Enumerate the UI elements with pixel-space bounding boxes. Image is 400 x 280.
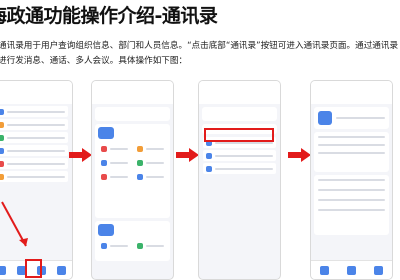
avatar (318, 111, 332, 125)
org-entry[interactable] (134, 157, 167, 168)
detail-navbar (311, 91, 392, 104)
screen-contact-detail (310, 80, 393, 280)
info-card (314, 132, 389, 172)
people-icon (137, 145, 143, 152)
message-item[interactable] (0, 158, 68, 169)
chat-icon (0, 108, 4, 115)
org-entry[interactable] (134, 143, 167, 154)
group-icon (137, 242, 143, 249)
alert-icon (0, 160, 4, 167)
message-item[interactable] (0, 106, 68, 117)
org-entry[interactable] (98, 157, 131, 168)
org-card (95, 124, 170, 218)
search-box[interactable] (202, 107, 277, 121)
home-navbar (0, 91, 72, 104)
department-item[interactable] (203, 163, 276, 174)
call-action-icon[interactable] (347, 265, 356, 275)
emblem-icon (101, 145, 107, 152)
meeting-action-icon[interactable] (374, 265, 383, 275)
description: 通讯录用于用户查询组织信息、部门和人员信息。“点击底部“通讯录”按钮可进入通讯录… (0, 39, 398, 69)
org-entry[interactable] (134, 240, 167, 251)
screen-contacts (91, 80, 174, 280)
notice-icon (0, 173, 4, 180)
message-item[interactable] (0, 119, 68, 130)
profile-card (314, 107, 389, 129)
message-item[interactable] (0, 171, 68, 182)
group-icon (101, 159, 107, 166)
tab-mine-icon[interactable] (57, 265, 67, 275)
description-line-1: 通讯录用于用户查询组织信息、部门和人员信息。“点击底部“通讯录”按钮可进入通讯录… (0, 41, 398, 51)
step-arrow-1 (69, 148, 92, 162)
step-arrow-2 (176, 148, 199, 162)
notice-icon (0, 121, 4, 128)
department-item-highlight (204, 128, 274, 142)
detail-card (314, 175, 389, 235)
status-bar (0, 81, 72, 91)
department-navbar (199, 91, 280, 104)
extra-logo (98, 224, 114, 236)
pointer-arrow (1, 201, 28, 247)
org-entry[interactable] (98, 143, 131, 154)
chat-icon (0, 147, 4, 154)
page-title: 海政通功能操作介绍-通讯录 (0, 5, 218, 27)
user-icon (206, 165, 212, 172)
step-arrow-3 (288, 148, 311, 162)
status-bar (311, 81, 392, 91)
org-entry[interactable] (98, 171, 131, 182)
status-bar (199, 81, 280, 91)
department-item[interactable] (203, 150, 276, 161)
action-bar (311, 260, 392, 279)
tag-icon (137, 159, 143, 166)
message-action-icon[interactable] (320, 265, 329, 275)
search-box[interactable] (95, 107, 170, 121)
org-entry[interactable] (134, 171, 167, 182)
screen-department (198, 80, 281, 280)
user-icon (206, 152, 212, 159)
extra-card (95, 221, 170, 261)
description-line-2: 进行发消息、通话、多人会议。具体操作如下图： (0, 56, 188, 66)
dept-icon (101, 173, 107, 180)
tab-messages-icon[interactable] (0, 265, 6, 275)
org-logo (98, 127, 114, 139)
contacts-navbar (92, 91, 173, 104)
user-icon (101, 242, 107, 249)
message-item[interactable] (0, 132, 68, 143)
group-icon (0, 134, 4, 141)
contacts-tab-highlight (25, 259, 42, 278)
message-item[interactable] (0, 145, 68, 156)
org-entry[interactable] (98, 240, 131, 251)
status-bar (92, 81, 173, 91)
dept-icon (137, 173, 143, 180)
